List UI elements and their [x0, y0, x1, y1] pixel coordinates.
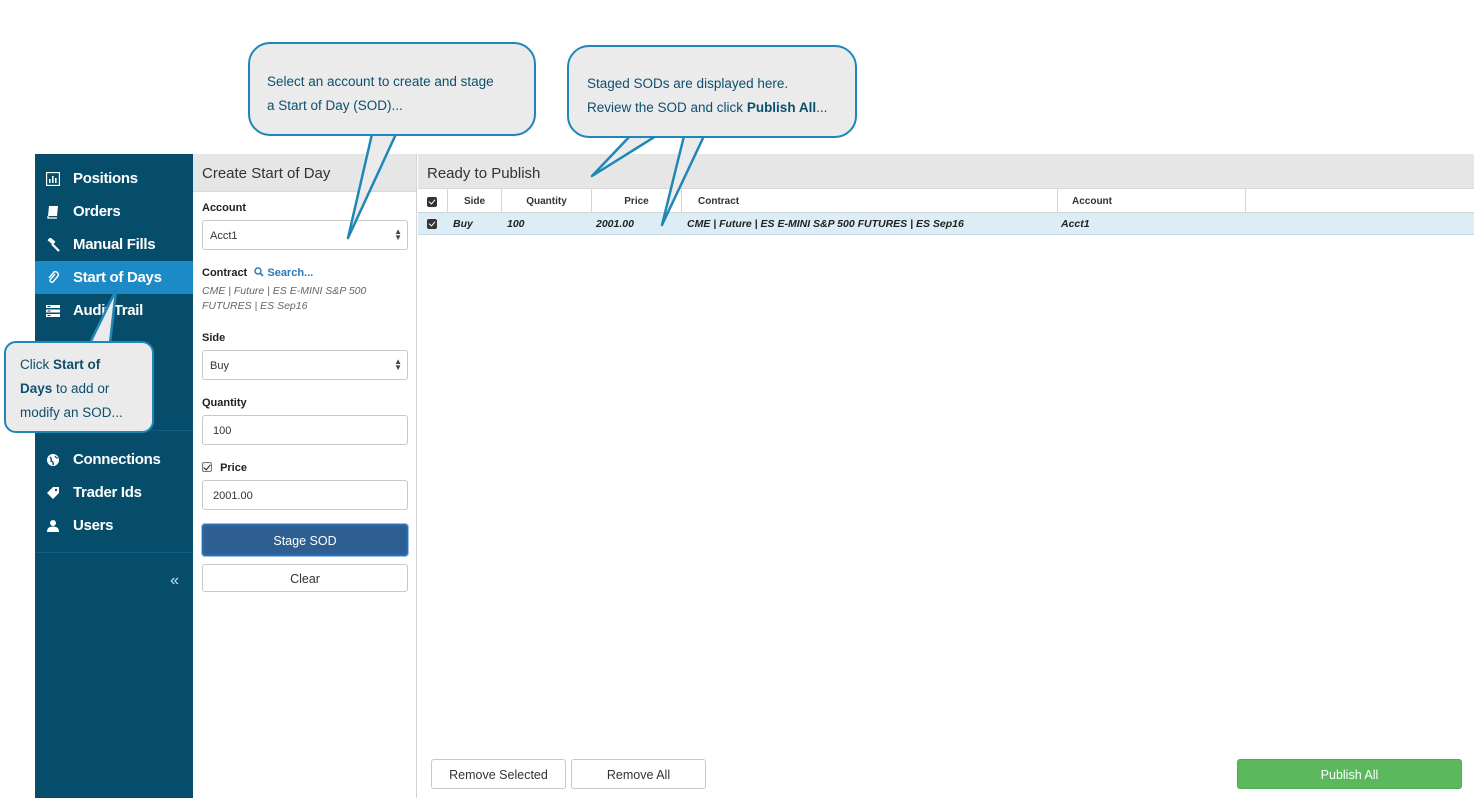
column-header-side[interactable]: Side [448, 189, 502, 213]
book-icon [46, 205, 60, 219]
gavel-icon [46, 237, 60, 252]
selected-contract-text: CME | Future | ES E-MINI S&P 500 FUTURES… [202, 285, 367, 312]
sidebar-callout-emphasis: Days [20, 381, 53, 396]
sidebar-callout-emphasis: Start of [53, 357, 101, 372]
column-header-contract[interactable]: Contract [682, 189, 1058, 213]
staged-callout-text: ... [816, 100, 828, 115]
account-label: Account [202, 202, 246, 214]
create-sod-panel: Create Start of Day Account Acct1 ▲ ▼ Con… [193, 154, 417, 798]
side-label: Side [202, 332, 226, 344]
sidebar-item-trader-ids[interactable]: Trader Ids [35, 476, 193, 509]
sidebar-item-positions[interactable]: Positions [35, 162, 193, 195]
sidebar-item-users[interactable]: Users [35, 509, 193, 542]
sidebar-item-manual-fills[interactable]: Manual Fills [35, 228, 193, 261]
publish-all-button[interactable]: Publish All [1237, 759, 1462, 789]
sidebar-item-label: Start of Days [73, 269, 162, 286]
bar-chart-icon [46, 171, 60, 186]
sidebar-item-start-of-days[interactable]: Start of Days [35, 261, 193, 294]
side-select-value: Buy [210, 360, 229, 372]
price-label: Price [220, 462, 247, 474]
staged-callout-line1: Staged SODs are displayed here. [587, 76, 789, 91]
sidebar-item-label: Audit Trail [73, 302, 144, 319]
account-callout: Select an account to create and stage a … [248, 42, 536, 136]
search-link-label: Search... [267, 267, 314, 279]
select-arrows-icon: ▲ ▼ [394, 227, 402, 242]
quantity-input[interactable]: 100 [202, 415, 408, 445]
sidebar-callout: Click Start of Days to add or modify an … [4, 341, 154, 433]
remove-selected-button[interactable]: Remove Selected [431, 759, 566, 789]
tag-icon [46, 486, 60, 500]
sidebar-item-connections[interactable]: Connections [35, 443, 193, 476]
staged-callout-text: Review the SOD and click [587, 100, 747, 115]
quantity-label: Quantity [202, 397, 247, 409]
globe-icon [46, 453, 60, 467]
grid-header: Side Quantity Price Contract Account [418, 189, 1474, 213]
search-icon [254, 267, 264, 277]
staged-callout-line2: Review the SOD and click Publish All... [587, 96, 855, 120]
list-icon [46, 304, 60, 318]
price-input[interactable]: 2001.00 [202, 480, 408, 510]
account-callout-line2: a Start of Day (SOD)... [267, 98, 403, 113]
ready-to-publish-panel: Ready to Publish Side Quantity Price Con… [418, 154, 1474, 798]
remove-all-button[interactable]: Remove All [571, 759, 706, 789]
side-select[interactable]: Buy ▲ ▼ [202, 350, 408, 380]
staged-callout: Staged SODs are displayed here. Review t… [567, 45, 857, 138]
user-icon [46, 519, 60, 533]
sidebar-main-nav: Positions Orders Manual Fills Start of D… [35, 162, 193, 327]
sidebar-item-label: Connections [73, 451, 161, 468]
row-price: 2001.00 [596, 218, 634, 230]
sidebar-item-label: Orders [73, 203, 121, 220]
sidebar-item-label: Trader Ids [73, 484, 142, 501]
row-checkbox[interactable] [427, 219, 437, 229]
account-select[interactable]: Acct1 ▲ ▼ [202, 220, 408, 250]
contract-label-row: Contract Search... [202, 267, 313, 279]
ready-to-publish-title: Ready to Publish [418, 154, 1474, 189]
price-checkbox[interactable] [202, 462, 212, 472]
select-arrows-icon: ▲ ▼ [394, 357, 402, 372]
sidebar-admin-nav: Connections Trader Ids Users [35, 443, 193, 542]
collapse-sidebar-button[interactable]: « [170, 572, 179, 590]
row-side: Buy [453, 218, 473, 230]
sidebar-item-orders[interactable]: Orders [35, 195, 193, 228]
sidebar-callout-text: Click [20, 357, 53, 372]
sidebar-item-label: Users [73, 517, 114, 534]
price-label-row: Price [202, 462, 247, 474]
app-screen: Positions Orders Manual Fills Start of D… [0, 0, 1474, 800]
contract-search-link[interactable]: Search... [254, 267, 313, 279]
row-contract: CME | Future | ES E-MINI S&P 500 FUTURES… [687, 218, 964, 230]
column-header-quantity[interactable]: Quantity [502, 189, 592, 213]
sidebar-divider [35, 552, 193, 553]
sidebar-item-label: Manual Fills [73, 236, 156, 253]
stage-sod-button[interactable]: Stage SOD [202, 524, 408, 556]
sidebar-callout-line1: Click Start of [20, 353, 152, 377]
sidebar-callout-line3: modify an SOD... [20, 405, 123, 420]
sidebar-item-audit-trail[interactable]: Audit Trail [35, 294, 193, 327]
create-sod-title: Create Start of Day [193, 154, 416, 192]
column-header-account[interactable]: Account [1058, 189, 1246, 213]
sidebar-callout-text: to add or [52, 381, 110, 396]
contract-label: Contract [202, 267, 248, 279]
column-header-price[interactable]: Price [592, 189, 682, 213]
row-account: Acct1 [1061, 218, 1090, 230]
header-select-all-cell [418, 189, 448, 213]
sidebar-item-label: Positions [73, 170, 138, 187]
paperclip-icon [46, 270, 60, 285]
row-quantity: 100 [507, 218, 525, 230]
sidebar: Positions Orders Manual Fills Start of D… [35, 154, 193, 798]
staged-callout-emphasis: Publish All [746, 100, 817, 115]
table-row[interactable]: Buy 100 2001.00 CME | Future | ES E-MINI… [418, 213, 1474, 235]
select-all-checkbox[interactable] [427, 197, 437, 207]
sidebar-callout-line2: Days to add or [20, 377, 152, 401]
clear-button[interactable]: Clear [202, 564, 408, 592]
account-callout-line1: Select an account to create and stage [267, 74, 494, 89]
account-select-value: Acct1 [210, 230, 238, 242]
